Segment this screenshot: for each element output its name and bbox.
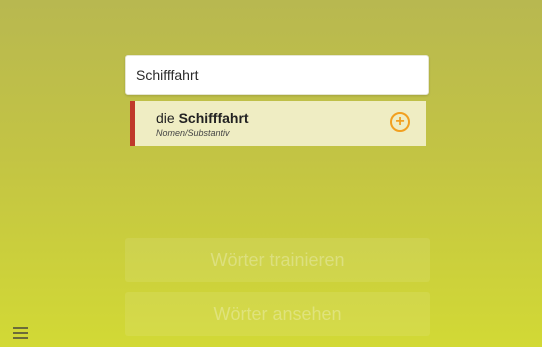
train-words-button[interactable]: Wörter trainieren [125, 238, 430, 282]
search-box[interactable] [125, 55, 429, 95]
suggestion-noun: Schifffahrt [178, 110, 249, 126]
menu-line [13, 327, 28, 329]
menu-line [13, 332, 28, 334]
gender-accent-bar [130, 101, 135, 146]
suggestion-word-type: Nomen/Substantiv [156, 128, 230, 138]
menu-line [13, 337, 28, 339]
suggestion-item[interactable]: die Schifffahrt Nomen/Substantiv + [130, 101, 426, 146]
add-circle-icon[interactable]: + [390, 112, 410, 132]
suggestion-article: die [156, 110, 175, 126]
search-input[interactable] [126, 56, 428, 94]
hamburger-menu-icon[interactable] [13, 327, 28, 339]
view-words-button[interactable]: Wörter ansehen [125, 292, 430, 336]
suggestion-word: die Schifffahrt [156, 110, 249, 126]
